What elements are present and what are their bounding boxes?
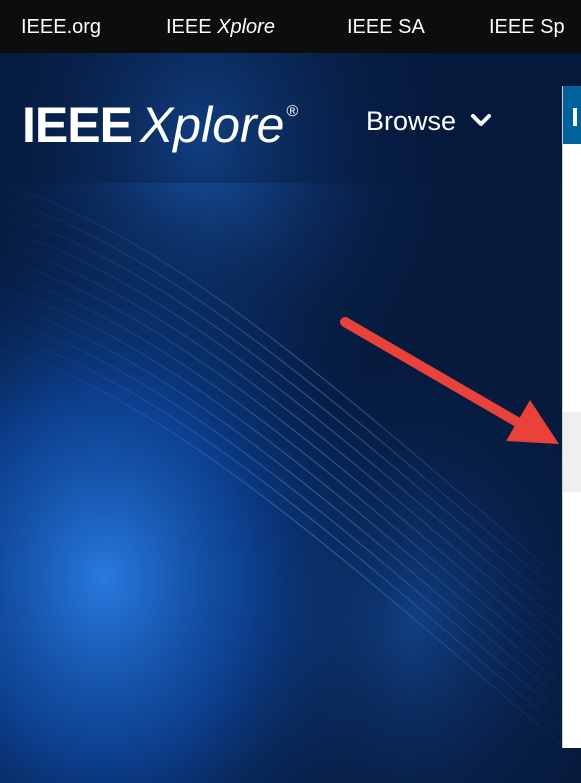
registered-mark: ® [286, 103, 299, 120]
chevron-down-icon [470, 113, 491, 126]
ieee-spectrum-link[interactable]: IEEE Sp [489, 15, 565, 39]
ieee-xplore-link-italic: Xplore [217, 16, 275, 38]
browse-menu-button[interactable]: Browse [366, 105, 492, 137]
panel-header-mark [573, 108, 577, 126]
ieee-xplore-link-prefix: IEEE [166, 16, 218, 38]
page: IEEE.org IEEE Xplore IEEE SA IEEE Sp IEE… [0, 0, 581, 783]
ieee-top-nav: IEEE.org IEEE Xplore IEEE SA IEEE Sp [0, 0, 581, 53]
ieee-sa-link[interactable]: IEEE SA [347, 15, 425, 39]
search-panel-field[interactable] [563, 412, 581, 492]
search-panel-header [563, 86, 581, 144]
logo-xplore-text: Xplore [139, 97, 285, 153]
ieee-xplore-link[interactable]: IEEE Xplore [166, 15, 275, 39]
hero-banner: IEEE Xplore ® Browse [0, 53, 581, 783]
ieee-xplore-logo[interactable]: IEEE Xplore ® [22, 83, 298, 154]
browse-label: Browse [366, 106, 457, 136]
ieee-org-link[interactable]: IEEE.org [21, 15, 101, 39]
search-panel [562, 86, 581, 748]
logo-ieee-text: IEEE [22, 97, 133, 153]
hero-background-image [0, 53, 581, 783]
